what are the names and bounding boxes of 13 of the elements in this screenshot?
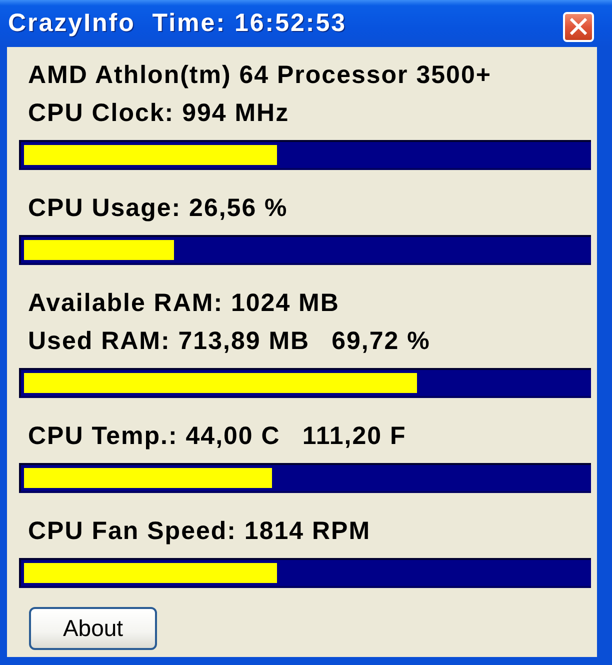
info-text: 111,20 F bbox=[302, 422, 406, 450]
info-text: CPU Fan Speed: 1814 RPM bbox=[28, 516, 371, 546]
info-text: AMD Athlon(tm) 64 Processor 3500+ bbox=[28, 60, 492, 90]
close-button[interactable] bbox=[563, 12, 594, 42]
info-text: CPU Temp.: 44,00 C bbox=[28, 422, 280, 450]
info-text: CPU Usage: 26,56 % bbox=[28, 194, 288, 222]
info-text: 69,72 % bbox=[332, 326, 430, 356]
info-text: Available RAM: 1024 MB bbox=[28, 288, 340, 318]
info-text: CPU Clock: 994 MHz bbox=[28, 98, 290, 128]
close-icon bbox=[570, 18, 587, 35]
about-button[interactable]: About bbox=[29, 607, 157, 650]
window-title: CrazyInfo Time: 16:52:53 bbox=[8, 9, 347, 38]
info-text: Used RAM: 713,89 MB bbox=[28, 326, 310, 356]
